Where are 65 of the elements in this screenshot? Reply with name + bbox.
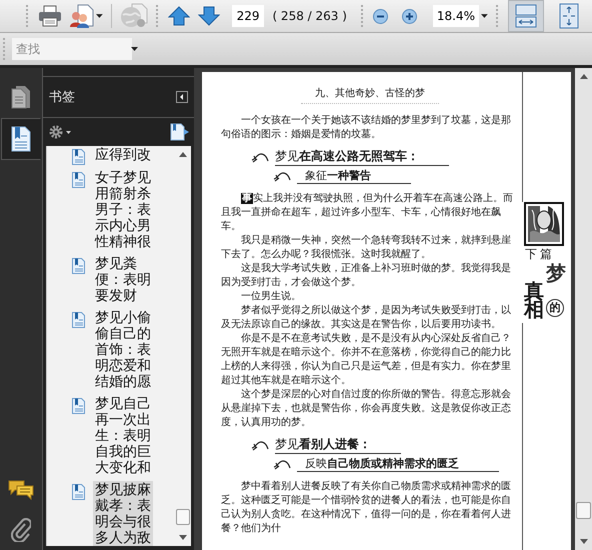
down-arrow-icon[interactable] [198,6,220,26]
bookmark-item[interactable]: 女子梦见用箭射杀男子：表示内心男性精神很 [93,169,153,251]
bookmark-icon [72,484,85,500]
caret-icon[interactable] [481,14,488,18]
part-title-char: 的 [546,299,564,317]
scroll-thumb[interactable] [576,502,591,519]
bookmark-icon [72,312,85,328]
section-subtitle: 反映自己物质或精神需求的匮乏 [297,456,499,472]
bookmark-item[interactable]: 梦见粪便：表明要发财 [93,255,153,305]
bookmark-icon [72,398,85,414]
swirl-icon [273,458,291,470]
pages-icon[interactable] [11,85,31,109]
bookmarks-title: 书签 [49,89,75,106]
section-title: 梦见在高速公路无照驾车： [275,148,449,166]
caret-icon[interactable] [96,14,103,18]
page-number-field[interactable]: 229 [232,5,264,27]
scroll-thumb[interactable] [176,509,190,525]
paragraph: 梦者似乎觉得之所以做这个梦，是因为考试失败受到打击，以及无法原谅自己的缘故。其实这是在警告你，以后要用功读书。 [221,304,512,332]
collapse-icon[interactable] [176,91,188,103]
comments-icon[interactable] [8,480,34,500]
scroll-down-icon[interactable] [580,539,588,544]
zoom-in-icon[interactable] [402,8,417,24]
paragraph: 一个女孩在一个关于她该不该结婚的梦里梦到了坟墓，这是那句俗语的图示：婚姻是爱情的坟墓。 [221,114,512,142]
globe-icon [120,3,148,29]
bookmark-item[interactable]: 梦见披麻戴孝：表明会与很多人为敌 [93,481,153,546]
paragraph: 你是不是不在意考试失败，是不是没有从内心深处反省自己？无照开车就是在暗示这个。你并不在意落榜，你觉得自己的能力比上榜的人来得强，你认为自己只是运气差，但是有实力。你在梦里超过其他车就是在暗示这个。 [221,332,512,388]
page-header: 九、其他奇妙、古怪的梦 [301,86,439,104]
part-title-char: 相 [524,299,545,319]
paragraph: 梦中看着别人进餐反映了有关你自己物质需求或精神需求的匮乏。这种匮乏可能是一个惜弱怜贫的进餐人的看法，也可能是你自己认为别人贪吃。在这种情况下，值得一问的是，你在看着何人进餐？他们为什 [221,480,512,536]
zoom-out-icon[interactable] [372,8,388,24]
find-field[interactable]: 查找 [12,38,132,60]
paragraph: 一位男生说。 [240,290,302,304]
swirl-icon [251,439,269,451]
bookmarks-tab[interactable] [1,118,41,160]
share-icon[interactable] [70,4,94,28]
part-title-char: 梦 [546,263,567,287]
paragraph: 事实上我并没有驾驶执照，但为什么开着车在高速公路上。而且我一直拼命在超车，超过许多小型车、卡车，心情很好地在飙车。 [221,192,514,234]
paragraph: 我只是稍微一失神，突然一个急转弯我转不过来，就摔到悬崖下去了。怎么办呢？我很慌张。这时我就醒了。 [221,234,512,262]
section-title: 梦见看别人进餐： [275,436,401,454]
swirl-icon [251,151,269,163]
bookmark-icon [72,149,85,165]
swirl-icon [273,170,291,182]
paragraph: 这是我大学考试失败，正准备上补习班时做的梦。我觉得我是因为受到打击，才会做这个梦。 [221,262,512,290]
paperclip-icon[interactable] [11,518,31,542]
bookmark-item[interactable]: 梦见自己再一次出生：表明自我的巨大变化和 [93,395,153,477]
part-label: 下 篇 [525,246,553,263]
page-count: ( 258 / 263 ) [272,9,347,23]
print-icon[interactable] [38,5,62,27]
section-subtitle: 象征一种警告 [297,168,411,184]
scroll-up-icon[interactable] [580,74,588,79]
bookmark-icon [72,258,85,274]
scroll-up-icon[interactable] [179,152,187,157]
fit-width-button[interactable] [508,0,544,32]
bookmark-icon [72,172,85,188]
gear-icon[interactable] [49,125,71,139]
zoom-field[interactable]: 18.4% [432,5,480,27]
bookmark-item[interactable]: 梦见小偷偷自己的首饰：表明恋爱和结婚的愿 [93,309,153,391]
up-arrow-icon[interactable] [168,6,190,26]
part-title-char: 真 [524,281,545,299]
bookmark-item[interactable]: 应得到改 [93,146,153,164]
scroll-down-icon[interactable] [179,535,187,540]
bookmark-icon[interactable] [11,126,31,152]
caret-icon[interactable] [131,47,138,51]
paragraph: 这个梦是深层的心对自信过度的你所做的警告。得意忘形就会从悬崖掉下去，也就是警告你，你会再度失败。这是敦促你改正态度，认真用功的梦。 [221,388,512,430]
bookmark-options-icon[interactable] [170,123,190,141]
